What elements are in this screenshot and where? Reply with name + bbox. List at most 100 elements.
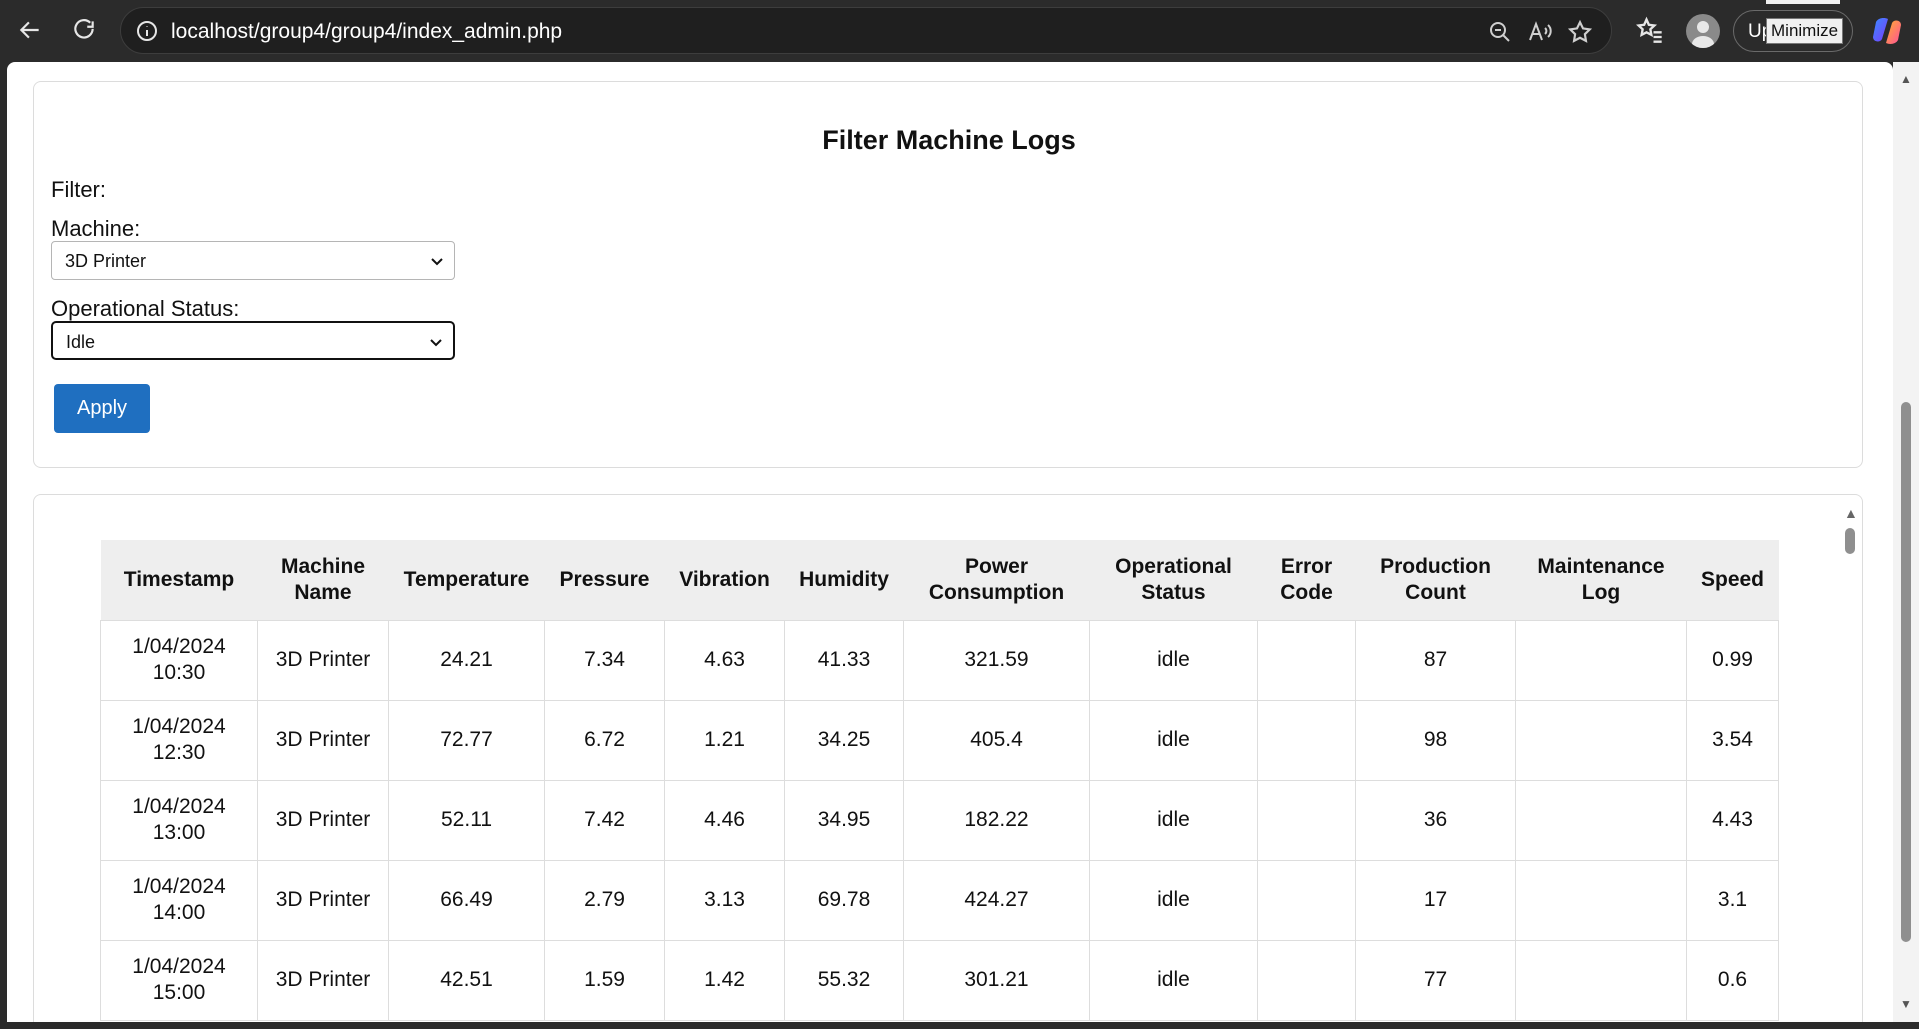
cell-vibration: 1.42	[664, 939, 785, 1021]
machine-label: Machine:	[51, 216, 141, 241]
copilot-icon[interactable]	[1870, 14, 1904, 48]
machine-logs-table: Timestamp Machine Name Temperature Press…	[100, 540, 1779, 1021]
cell-speed: 3.54	[1686, 699, 1779, 781]
cell-power-consumption: 182.22	[903, 779, 1090, 861]
table-row: 1/04/2024 10:30 3D Printer 24.21 7.34 4.…	[100, 619, 1779, 701]
cell-error-code	[1257, 779, 1356, 861]
cell-error-code	[1257, 699, 1356, 781]
cell-power-consumption: 405.4	[903, 699, 1090, 781]
reload-icon[interactable]	[66, 12, 102, 48]
minimize-tooltip: Minimize	[1766, 18, 1844, 44]
cell-speed: 4.43	[1686, 779, 1779, 861]
favorite-star-icon[interactable]	[1566, 18, 1594, 46]
cell-machine-name: 3D Printer	[257, 779, 389, 861]
cell-humidity: 69.78	[784, 859, 904, 941]
table-header-row: Timestamp Machine Name Temperature Press…	[100, 540, 1779, 620]
cell-operational-status: idle	[1089, 619, 1258, 701]
cell-power-consumption: 321.59	[903, 619, 1090, 701]
cell-machine-name: 3D Printer	[257, 699, 389, 781]
filter-title: Filter Machine Logs	[822, 125, 1076, 155]
cell-timestamp: 1/04/2024 13:00	[100, 779, 258, 861]
cell-speed: 3.1	[1686, 859, 1779, 941]
cell-temperature: 72.77	[388, 699, 545, 781]
cell-vibration: 4.63	[664, 619, 785, 701]
zoom-out-icon[interactable]	[1486, 18, 1514, 46]
cell-operational-status: idle	[1089, 699, 1258, 781]
scroll-up-arrow-icon[interactable]: ▲	[1844, 505, 1858, 521]
header-machine-name: Machine Name	[257, 540, 389, 620]
cell-timestamp: 1/04/2024 14:00	[100, 859, 258, 941]
header-speed: Speed	[1686, 540, 1779, 620]
chevron-down-icon	[427, 333, 445, 351]
filter-label: Filter:	[51, 177, 106, 202]
header-humidity: Humidity	[784, 540, 904, 620]
machine-select[interactable]: 3D Printer	[51, 241, 455, 280]
header-pressure: Pressure	[544, 540, 665, 620]
cell-error-code	[1257, 619, 1356, 701]
back-arrow-icon[interactable]	[12, 12, 48, 48]
table-row: 1/04/2024 14:00 3D Printer 66.49 2.79 3.…	[100, 859, 1779, 941]
header-production-count: Production Count	[1355, 540, 1516, 620]
cell-timestamp: 1/04/2024 10:30	[100, 619, 258, 701]
cell-temperature: 42.51	[388, 939, 545, 1021]
cell-temperature: 66.49	[388, 859, 545, 941]
profile-avatar[interactable]	[1686, 14, 1720, 48]
cell-humidity: 34.25	[784, 699, 904, 781]
cell-error-code	[1257, 939, 1356, 1021]
cell-production-count: 77	[1355, 939, 1516, 1021]
table-row: 1/04/2024 12:30 3D Printer 72.77 6.72 1.…	[100, 699, 1779, 781]
machine-select-value: 3D Printer	[65, 251, 147, 271]
cell-operational-status: idle	[1089, 859, 1258, 941]
favorites-icon[interactable]	[1634, 14, 1666, 46]
inner-scrollbar[interactable]: ▲	[1836, 495, 1862, 1022]
header-operational-status: Operational Status	[1089, 540, 1258, 620]
cell-maintenance-log	[1515, 779, 1687, 861]
cell-machine-name: 3D Printer	[257, 619, 389, 701]
apply-button[interactable]: Apply	[54, 384, 150, 433]
chevron-down-icon	[428, 252, 446, 270]
cell-timestamp: 1/04/2024 15:00	[100, 939, 258, 1021]
cell-humidity: 41.33	[784, 619, 904, 701]
header-maintenance-log: Maintenance Log	[1515, 540, 1687, 620]
status-label: Operational Status:	[51, 296, 240, 321]
filter-card: Filter Machine Logs Filter: Machine: 3D …	[33, 81, 1863, 468]
page-scroll-thumb[interactable]	[1901, 402, 1911, 942]
tooltip-edge	[1766, 0, 1840, 4]
cell-speed: 0.99	[1686, 619, 1779, 701]
page-viewport: Filter Machine Logs Filter: Machine: 3D …	[7, 62, 1893, 1022]
cell-humidity: 55.32	[784, 939, 904, 1021]
cell-maintenance-log	[1515, 939, 1687, 1021]
address-bar[interactable]: localhost/group4/group4/index_admin.php	[120, 7, 1612, 54]
header-temperature: Temperature	[388, 540, 545, 620]
cell-power-consumption: 301.21	[903, 939, 1090, 1021]
scroll-up-arrow-icon[interactable]: ▲	[1899, 72, 1913, 86]
cell-temperature: 52.11	[388, 779, 545, 861]
cell-operational-status: idle	[1089, 939, 1258, 1021]
cell-production-count: 36	[1355, 779, 1516, 861]
cell-speed: 0.6	[1686, 939, 1779, 1021]
read-aloud-icon[interactable]	[1526, 18, 1554, 46]
table-row: 1/04/2024 13:00 3D Printer 52.11 7.42 4.…	[100, 779, 1779, 861]
cell-pressure: 6.72	[544, 699, 665, 781]
scroll-down-arrow-icon[interactable]: ▼	[1899, 997, 1913, 1011]
status-select[interactable]: Idle	[51, 321, 455, 360]
header-vibration: Vibration	[664, 540, 785, 620]
cell-power-consumption: 424.27	[903, 859, 1090, 941]
cell-production-count: 87	[1355, 619, 1516, 701]
header-power-consumption: Power Consumption	[903, 540, 1090, 620]
cell-maintenance-log	[1515, 699, 1687, 781]
table-row: 1/04/2024 15:00 3D Printer 42.51 1.59 1.…	[100, 939, 1779, 1021]
cell-pressure: 7.42	[544, 779, 665, 861]
inner-scroll-thumb[interactable]	[1845, 528, 1855, 554]
cell-maintenance-log	[1515, 619, 1687, 701]
cell-maintenance-log	[1515, 859, 1687, 941]
cell-timestamp: 1/04/2024 12:30	[100, 699, 258, 781]
header-timestamp: Timestamp	[100, 540, 258, 620]
status-select-value: Idle	[66, 332, 96, 352]
header-error-code: Error Code	[1257, 540, 1356, 620]
site-info-icon[interactable]	[135, 19, 159, 43]
cell-humidity: 34.95	[784, 779, 904, 861]
cell-production-count: 98	[1355, 699, 1516, 781]
cell-pressure: 2.79	[544, 859, 665, 941]
page-scrollbar[interactable]: ▲ ▼	[1893, 62, 1919, 1022]
